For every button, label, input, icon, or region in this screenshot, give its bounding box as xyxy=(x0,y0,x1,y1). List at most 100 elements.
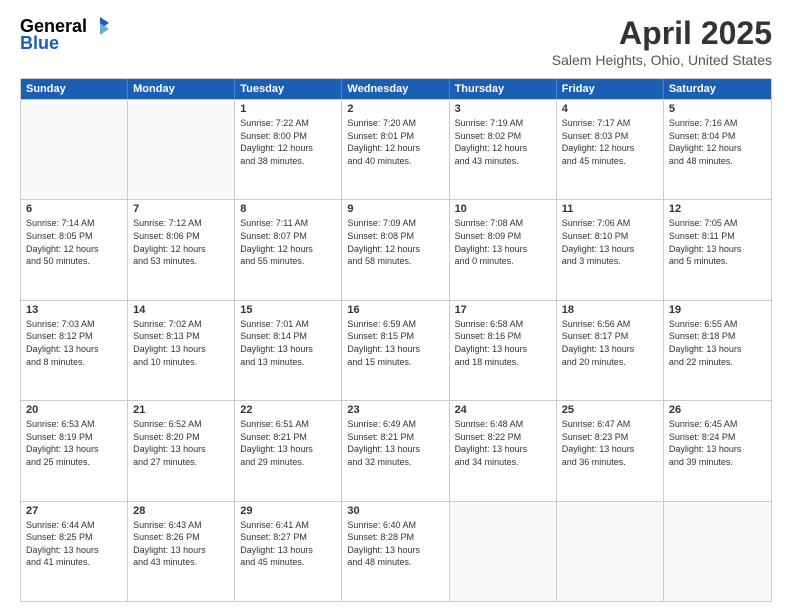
cell-daylight-info: Sunrise: 6:48 AMSunset: 8:22 PMDaylight:… xyxy=(455,418,551,468)
day-number: 23 xyxy=(347,404,443,416)
logo-flag-icon xyxy=(89,15,111,37)
day-number: 21 xyxy=(133,404,229,416)
cell-daylight-info: Sunrise: 7:14 AMSunset: 8:05 PMDaylight:… xyxy=(26,217,122,267)
day-number: 22 xyxy=(240,404,336,416)
cell-daylight-info: Sunrise: 7:09 AMSunset: 8:08 PMDaylight:… xyxy=(347,217,443,267)
day-number: 20 xyxy=(26,404,122,416)
day-number: 16 xyxy=(347,304,443,316)
calendar-cell: 2 Sunrise: 7:20 AMSunset: 8:01 PMDaylight… xyxy=(342,100,449,199)
calendar-row: 27 Sunrise: 6:44 AMSunset: 8:25 PMDayligh… xyxy=(21,501,771,601)
logo: General Blue xyxy=(20,15,111,54)
calendar-cell: 20 Sunrise: 6:53 AMSunset: 8:19 PMDayligh… xyxy=(21,401,128,500)
day-number: 29 xyxy=(240,505,336,517)
cell-daylight-info: Sunrise: 6:47 AMSunset: 8:23 PMDaylight:… xyxy=(562,418,658,468)
calendar-cell: 24 Sunrise: 6:48 AMSunset: 8:22 PMDayligh… xyxy=(450,401,557,500)
calendar-body: 1Sunrise: 7:22 AMSunset: 8:00 PMDaylight… xyxy=(21,99,771,601)
month-title: April 2025 xyxy=(552,15,772,52)
day-number: 26 xyxy=(669,404,766,416)
cell-daylight-info: Sunrise: 6:43 AMSunset: 8:26 PMDaylight:… xyxy=(133,519,229,569)
calendar-cell: 7Sunrise: 7:12 AMSunset: 8:06 PMDaylight… xyxy=(128,200,235,299)
calendar-row: 1Sunrise: 7:22 AMSunset: 8:00 PMDaylight… xyxy=(21,99,771,199)
location-title: Salem Heights, Ohio, United States xyxy=(552,52,772,68)
calendar-row: 6 Sunrise: 7:14 AMSunset: 8:05 PMDaylight… xyxy=(21,199,771,299)
calendar-cell: 4 Sunrise: 7:17 AMSunset: 8:03 PMDaylight… xyxy=(557,100,664,199)
calendar-cell: 9Sunrise: 7:09 AMSunset: 8:08 PMDaylight… xyxy=(342,200,449,299)
cell-daylight-info: Sunrise: 7:02 AMSunset: 8:13 PMDaylight:… xyxy=(133,318,229,368)
calendar-cell: 15 Sunrise: 7:01 AMSunset: 8:14 PMDayligh… xyxy=(235,301,342,400)
cell-daylight-info: Sunrise: 6:56 AMSunset: 8:17 PMDaylight:… xyxy=(562,318,658,368)
day-number: 30 xyxy=(347,505,443,517)
cell-daylight-info: Sunrise: 6:44 AMSunset: 8:25 PMDaylight:… xyxy=(26,519,122,569)
calendar-cell: 23 Sunrise: 6:49 AMSunset: 8:21 PMDayligh… xyxy=(342,401,449,500)
cell-daylight-info: Sunrise: 7:11 AMSunset: 8:07 PMDaylight:… xyxy=(240,217,336,267)
calendar-cell xyxy=(128,100,235,199)
day-number: 19 xyxy=(669,304,766,316)
day-number: 15 xyxy=(240,304,336,316)
page: General Blue April 2025 Salem Heights, O… xyxy=(0,0,792,612)
cell-daylight-info: Sunrise: 7:22 AMSunset: 8:00 PMDaylight:… xyxy=(240,117,336,167)
cell-daylight-info: Sunrise: 7:05 AMSunset: 8:11 PMDaylight:… xyxy=(669,217,766,267)
cell-daylight-info: Sunrise: 7:20 AMSunset: 8:01 PMDaylight:… xyxy=(347,117,443,167)
day-number: 18 xyxy=(562,304,658,316)
calendar-cell: 16Sunrise: 6:59 AMSunset: 8:15 PMDayligh… xyxy=(342,301,449,400)
calendar-cell: 18 Sunrise: 6:56 AMSunset: 8:17 PMDayligh… xyxy=(557,301,664,400)
calendar-row: 20 Sunrise: 6:53 AMSunset: 8:19 PMDayligh… xyxy=(21,400,771,500)
calendar-cell: 10 Sunrise: 7:08 AMSunset: 8:09 PMDayligh… xyxy=(450,200,557,299)
day-number: 6 xyxy=(26,203,122,215)
cell-daylight-info: Sunrise: 6:51 AMSunset: 8:21 PMDaylight:… xyxy=(240,418,336,468)
weekday-header: Wednesday xyxy=(342,79,449,99)
calendar-cell: 29 Sunrise: 6:41 AMSunset: 8:27 PMDayligh… xyxy=(235,502,342,601)
weekday-header: Sunday xyxy=(21,79,128,99)
day-number: 3 xyxy=(455,103,551,115)
calendar-cell: 26Sunrise: 6:45 AMSunset: 8:24 PMDayligh… xyxy=(664,401,771,500)
day-number: 10 xyxy=(455,203,551,215)
calendar-cell: 25 Sunrise: 6:47 AMSunset: 8:23 PMDayligh… xyxy=(557,401,664,500)
calendar-cell: 28 Sunrise: 6:43 AMSunset: 8:26 PMDayligh… xyxy=(128,502,235,601)
day-number: 25 xyxy=(562,404,658,416)
calendar-header: SundayMondayTuesdayWednesdayThursdayFrid… xyxy=(21,79,771,99)
cell-daylight-info: Sunrise: 7:16 AMSunset: 8:04 PMDaylight:… xyxy=(669,117,766,167)
day-number: 11 xyxy=(562,203,658,215)
day-number: 27 xyxy=(26,505,122,517)
calendar-cell: 21 Sunrise: 6:52 AMSunset: 8:20 PMDayligh… xyxy=(128,401,235,500)
calendar-cell: 8Sunrise: 7:11 AMSunset: 8:07 PMDaylight… xyxy=(235,200,342,299)
calendar-cell xyxy=(664,502,771,601)
day-number: 28 xyxy=(133,505,229,517)
day-number: 12 xyxy=(669,203,766,215)
cell-daylight-info: Sunrise: 6:41 AMSunset: 8:27 PMDaylight:… xyxy=(240,519,336,569)
cell-daylight-info: Sunrise: 7:08 AMSunset: 8:09 PMDaylight:… xyxy=(455,217,551,267)
calendar-row: 13 Sunrise: 7:03 AMSunset: 8:12 PMDayligh… xyxy=(21,300,771,400)
calendar: SundayMondayTuesdayWednesdayThursdayFrid… xyxy=(20,78,772,602)
weekday-header: Monday xyxy=(128,79,235,99)
cell-daylight-info: Sunrise: 7:01 AMSunset: 8:14 PMDaylight:… xyxy=(240,318,336,368)
cell-daylight-info: Sunrise: 6:52 AMSunset: 8:20 PMDaylight:… xyxy=(133,418,229,468)
day-number: 7 xyxy=(133,203,229,215)
calendar-cell: 19 Sunrise: 6:55 AMSunset: 8:18 PMDayligh… xyxy=(664,301,771,400)
cell-daylight-info: Sunrise: 6:58 AMSunset: 8:16 PMDaylight:… xyxy=(455,318,551,368)
calendar-cell: 27 Sunrise: 6:44 AMSunset: 8:25 PMDayligh… xyxy=(21,502,128,601)
day-number: 2 xyxy=(347,103,443,115)
header: General Blue April 2025 Salem Heights, O… xyxy=(20,15,772,68)
day-number: 5 xyxy=(669,103,766,115)
day-number: 17 xyxy=(455,304,551,316)
day-number: 24 xyxy=(455,404,551,416)
calendar-cell xyxy=(557,502,664,601)
cell-daylight-info: Sunrise: 7:03 AMSunset: 8:12 PMDaylight:… xyxy=(26,318,122,368)
cell-daylight-info: Sunrise: 7:06 AMSunset: 8:10 PMDaylight:… xyxy=(562,217,658,267)
calendar-cell: 14Sunrise: 7:02 AMSunset: 8:13 PMDayligh… xyxy=(128,301,235,400)
logo-blue-text: Blue xyxy=(20,33,59,54)
cell-daylight-info: Sunrise: 6:53 AMSunset: 8:19 PMDaylight:… xyxy=(26,418,122,468)
day-number: 13 xyxy=(26,304,122,316)
cell-daylight-info: Sunrise: 7:19 AMSunset: 8:02 PMDaylight:… xyxy=(455,117,551,167)
calendar-cell: 17 Sunrise: 6:58 AMSunset: 8:16 PMDayligh… xyxy=(450,301,557,400)
weekday-header: Saturday xyxy=(664,79,771,99)
day-number: 4 xyxy=(562,103,658,115)
cell-daylight-info: Sunrise: 6:49 AMSunset: 8:21 PMDaylight:… xyxy=(347,418,443,468)
cell-daylight-info: Sunrise: 6:55 AMSunset: 8:18 PMDaylight:… xyxy=(669,318,766,368)
cell-daylight-info: Sunrise: 7:17 AMSunset: 8:03 PMDaylight:… xyxy=(562,117,658,167)
title-area: April 2025 Salem Heights, Ohio, United S… xyxy=(552,15,772,68)
calendar-cell: 30Sunrise: 6:40 AMSunset: 8:28 PMDayligh… xyxy=(342,502,449,601)
calendar-cell: 6 Sunrise: 7:14 AMSunset: 8:05 PMDaylight… xyxy=(21,200,128,299)
weekday-header: Thursday xyxy=(450,79,557,99)
calendar-cell xyxy=(450,502,557,601)
